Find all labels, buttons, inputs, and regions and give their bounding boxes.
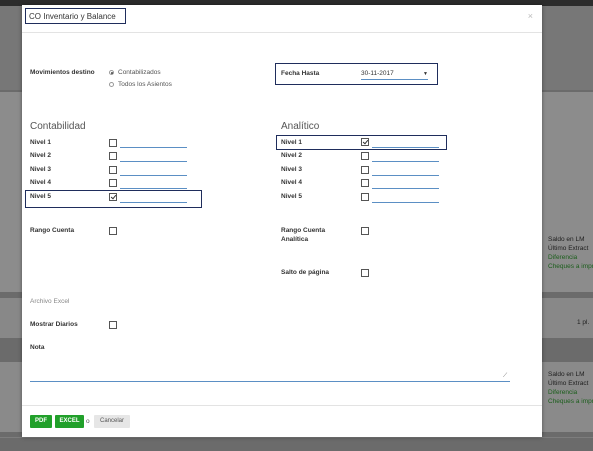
dialog-header: CO Inventario y Balance × [22,5,542,33]
contabilidad-nivel-5-checkbox[interactable] [109,193,117,201]
mostrar-diarios-checkbox[interactable] [109,321,117,329]
analitico-nivel-4-checkbox[interactable] [361,179,369,187]
contabilidad-title: Contabilidad [30,121,86,132]
contabilidad-nivel-2-checkbox[interactable] [109,152,117,160]
dialog-footer: PDF EXCEL o Cancelar [22,405,542,438]
analitico-nivel-3-underline [372,175,439,176]
dialog-title: CO Inventario y Balance [25,8,126,24]
background-cheques-text: Cheques a impr [548,263,593,270]
rango-cuenta-analitica-checkbox[interactable] [361,227,369,235]
analitico-nivel-4-label: Nivel 4 [281,179,302,186]
contabilidad-nivel-2-label: Nivel 2 [30,152,51,159]
contabilidad-nivel-4-checkbox[interactable] [109,179,117,187]
mostrar-diarios-label: Mostrar Diarios [30,321,78,328]
resize-handle-icon[interactable]: ⟋ [503,373,507,380]
report-dialog: CO Inventario y Balance × Movimientos de… [22,5,542,437]
radio-contabilizados-label[interactable]: Contabilizados [118,69,161,76]
contabilidad-nivel-1-checkbox[interactable] [109,139,117,147]
background-ultimo-text-2: Último Extract [548,380,589,387]
contabilidad-nivel-1-label: Nivel 1 [30,139,51,146]
fecha-hasta-underline [361,79,428,80]
analitico-nivel-2-label: Nivel 2 [281,152,302,159]
background-diferencia-text-2: Diferencia [548,389,578,396]
contabilidad-nivel-5-underline [120,202,187,203]
analitico-nivel-2-checkbox[interactable] [361,152,369,160]
analitico-nivel-3-label: Nivel 3 [281,166,302,173]
movimientos-destino-label: Movimientos destino [30,69,95,76]
analitico-nivel-5-label: Nivel 5 [281,193,302,200]
contabilidad-nivel-3-checkbox[interactable] [109,166,117,174]
rango-cuenta-checkbox[interactable] [109,227,117,235]
contabilidad-nivel-4-label: Nivel 4 [30,179,51,186]
analitico-nivel-4-underline [372,188,439,189]
nota-textarea[interactable] [30,355,510,382]
background-count-text: 1 pl. [577,319,590,326]
close-icon[interactable]: × [528,11,533,21]
contabilidad-nivel-2-underline [120,161,187,162]
contabilidad-nivel-3-label: Nivel 3 [30,166,51,173]
background-saldo-text: Saldo en LM [548,236,585,243]
radio-todos-asientos[interactable] [109,82,114,87]
analitico-nivel-1-label: Nivel 1 [281,139,302,146]
fecha-hasta-label: Fecha Hasta [281,70,320,77]
background-panel-left [0,92,22,292]
background-panel-left-top [0,6,22,90]
background-panel-left-lower [0,362,22,432]
analitico-nivel-2-underline [372,161,439,162]
contabilidad-nivel-1-underline [120,147,187,148]
background-ultimo-text: Último Extract [548,245,589,252]
analitico-nivel-1-checkbox[interactable] [361,138,369,146]
contabilidad-nivel-4-underline [120,188,187,189]
contabilidad-nivel-5-label: Nivel 5 [30,193,51,200]
fecha-hasta-input[interactable]: 30-11-2017 [361,70,394,77]
cancel-button[interactable]: Cancelar [94,415,130,428]
analitico-nivel-1-underline [372,147,439,148]
background-cheques-text-2: Cheques a impr [548,398,593,405]
background-panel-left-bottom [0,298,22,338]
chevron-down-icon[interactable]: ▼ [423,71,428,77]
analitico-nivel-5-underline [372,202,439,203]
excel-button[interactable]: EXCEL [55,415,84,428]
background-panel-right-top [542,6,593,90]
salto-pagina-checkbox[interactable] [361,269,369,277]
analitico-title: Analítico [281,121,320,132]
archivo-excel-label: Archivo Excel [30,298,70,305]
background-saldo-text-2: Saldo en LM [548,371,585,378]
rango-cuenta-analitica-label-1: Rango Cuenta [281,227,326,234]
analitico-nivel-5-checkbox[interactable] [361,193,369,201]
rango-cuenta-analitica-label-2: Analítica [281,236,309,243]
analitico-nivel-3-checkbox[interactable] [361,166,369,174]
radio-todos-asientos-label[interactable]: Todos los Asientos [118,81,172,88]
salto-pagina-label: Salto de página [281,269,330,276]
contabilidad-nivel-3-underline [120,175,187,176]
or-text: o [86,418,90,425]
pdf-button[interactable]: PDF [30,415,52,428]
background-diferencia-text: Diferencia [548,254,578,261]
radio-contabilizados[interactable] [109,70,114,75]
nota-label: Nota [30,344,45,351]
rango-cuenta-label: Rango Cuenta [30,227,75,234]
